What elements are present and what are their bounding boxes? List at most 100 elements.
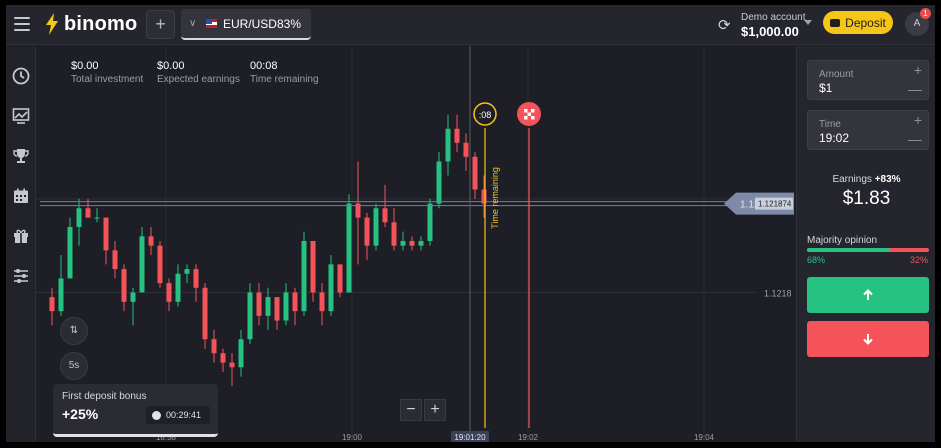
candle-body	[382, 208, 388, 223]
candle-body	[436, 161, 442, 204]
indicators-button[interactable]: ⇅	[60, 317, 88, 345]
bonus-timer: 00:29:41	[146, 406, 210, 424]
candle-body	[373, 208, 379, 246]
chart-icon[interactable]	[11, 106, 31, 126]
time-field[interactable]: Time 19:02 + —	[807, 110, 929, 150]
candle-body	[67, 226, 73, 279]
amount-increase-button[interactable]: +	[914, 62, 922, 78]
header: binomo + ∨ EUR/USD 83% ⟳ Demo account $1…	[6, 5, 935, 45]
candle-body	[58, 278, 64, 312]
candle-body	[328, 264, 334, 312]
candle-body	[454, 128, 460, 143]
candle-body	[400, 241, 406, 246]
candle-body	[130, 292, 136, 302]
candle-body	[175, 273, 181, 302]
candle-body	[103, 217, 109, 251]
majority-down: 32%	[909, 255, 928, 265]
settings-sliders-icon[interactable]	[11, 266, 31, 286]
candle-body	[247, 292, 253, 340]
chevron-down-icon: ∨	[189, 18, 197, 29]
candle-body	[472, 156, 478, 190]
time-increase-button[interactable]: +	[914, 112, 922, 128]
notification-badge: 1	[920, 8, 931, 19]
candle-body	[49, 297, 55, 312]
clock-icon	[152, 410, 161, 420]
candle-body	[283, 292, 289, 321]
finish-flag-icon-cell	[531, 116, 535, 120]
stat-value: $0.00	[71, 60, 99, 72]
logo[interactable]: binomo	[44, 12, 137, 36]
calendar-icon[interactable]	[11, 186, 31, 206]
add-asset-button[interactable]: +	[146, 10, 175, 39]
time-axis-label: 19:00	[342, 433, 363, 442]
candle-body	[391, 222, 397, 246]
first-deposit-bonus[interactable]: First deposit bonus +25% 00:29:41	[53, 384, 218, 437]
up-button[interactable]	[807, 277, 929, 313]
timeframe-button[interactable]: 5s	[60, 352, 88, 380]
clock-icon[interactable]	[11, 66, 31, 86]
deposit-button[interactable]: Deposit	[823, 11, 893, 34]
stat-label: Expected earnings	[157, 74, 240, 85]
account-balance: $1,000.00	[741, 24, 799, 39]
time-decrease-button[interactable]: —	[908, 131, 922, 147]
time-axis-label: 19:01:20	[454, 433, 486, 442]
lightning-icon	[46, 13, 58, 35]
time-remaining-label: Time remaining	[490, 167, 500, 229]
candle-body	[238, 339, 244, 368]
trade-panel: Amount $1 + — Time 19:02 + — Earnings +8…	[796, 46, 935, 442]
candle-body	[202, 287, 208, 340]
current-price-value: 1.121874	[758, 200, 792, 209]
candle-body	[220, 353, 226, 363]
majority-label: Majority opinion	[807, 235, 878, 246]
account-switcher[interactable]: ⟳ Demo account $1,000.00	[718, 10, 818, 40]
candle-body	[337, 264, 343, 293]
candle-body	[346, 203, 352, 293]
time-axis-label: 19:02	[518, 433, 539, 442]
candle-body	[112, 250, 118, 270]
price-chart[interactable]: 1.12201.12181.121.121874:08Time remainin…	[36, 46, 796, 442]
finish-flag-icon-cell	[524, 109, 528, 113]
trophy-icon[interactable]	[11, 146, 31, 166]
down-button[interactable]	[807, 321, 929, 357]
gift-icon[interactable]	[11, 226, 31, 246]
candle-body	[148, 236, 154, 246]
majority-up: 68%	[807, 255, 826, 265]
candle-body	[166, 283, 172, 302]
chart-canvas[interactable]: 1.12201.12181.121.121874:08Time remainin…	[36, 46, 796, 442]
app-frame: binomo + ∨ EUR/USD 83% ⟳ Demo account $1…	[6, 5, 935, 442]
candle-body	[121, 269, 127, 302]
candle-body	[184, 269, 190, 274]
asset-selector[interactable]: ∨ EUR/USD 83%	[181, 9, 311, 40]
candle-body	[409, 241, 415, 246]
stat-value: 00:08	[250, 60, 278, 72]
amount-field[interactable]: Amount $1 + —	[807, 60, 929, 100]
candle-body	[319, 292, 325, 312]
flag-eu-us-icon	[202, 19, 217, 28]
candle-body	[256, 292, 262, 316]
zoom-in-button[interactable]: +	[424, 399, 446, 421]
candle-body	[193, 269, 199, 288]
time-label: Time	[819, 119, 841, 130]
earnings-value: $1.83	[842, 188, 891, 209]
stat-expected-earnings: $0.00 Expected earnings	[157, 60, 240, 85]
candle-body	[463, 142, 469, 157]
bonus-title: First deposit bonus	[62, 391, 147, 402]
candle-body	[445, 128, 451, 162]
time-axis-label: 19:04	[694, 433, 715, 442]
earnings-label-row: Earnings +83%	[797, 174, 935, 185]
arrow-down-icon	[863, 334, 873, 345]
sync-icon: ⟳	[718, 17, 731, 34]
candle-body	[139, 236, 145, 293]
zoom-out-button[interactable]: −	[400, 399, 422, 421]
asset-pair: EUR/USD	[222, 16, 277, 31]
bonus-timer-value: 00:29:41	[166, 410, 202, 420]
candle-body	[85, 208, 91, 218]
candle-body	[211, 339, 217, 354]
amount-decrease-button[interactable]: —	[908, 81, 922, 97]
logo-text: binomo	[64, 12, 138, 35]
menu-icon[interactable]	[14, 17, 30, 31]
finish-flag-icon-cell	[531, 109, 535, 113]
finish-flag-icon-cell	[527, 112, 531, 116]
earnings-percent: +83%	[874, 174, 901, 185]
amount-label: Amount	[819, 69, 854, 80]
